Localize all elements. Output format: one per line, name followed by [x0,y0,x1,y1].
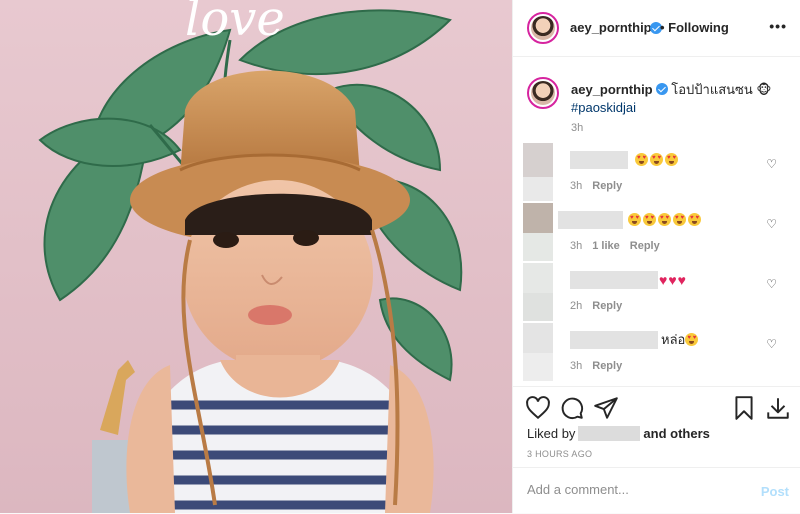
hashtag-link[interactable]: #paoskidjai [571,100,636,115]
verified-badge-icon [655,83,668,95]
comment-meta: 3h Reply [570,180,632,192]
caption-time: 3h [571,122,584,134]
reply-button[interactable]: Reply [630,240,660,252]
comment-row: ♥♥♥ 2h Reply ♡ [513,263,800,321]
heart-eyes-emoji-icon [650,153,663,166]
heart-eyes-emoji-icon [658,213,671,226]
more-horizontal-icon[interactable]: ••• [769,18,787,34]
comment-icon[interactable] [559,395,585,421]
heart-eyes-emoji-icon [665,153,678,166]
heart-eyes-emoji-icon [688,213,701,226]
avatar-mask [523,293,553,321]
heart-eyes-emoji-icon [643,213,656,226]
liked-by-username-mask[interactable] [578,426,641,441]
sign-text: love [185,0,285,47]
reply-button[interactable]: Reply [592,180,622,192]
caption-username[interactable]: aey_pornthip [571,82,653,97]
post-header: aey_pornthip • Following ••• [513,0,800,57]
instagram-post: love aey_pornthip • Following ••• aey_po… [0,0,800,513]
add-comment-input[interactable]: Add a comment... [527,482,737,497]
post-side-panel: aey_pornthip • Following ••• aey_pornthi… [512,0,800,513]
avatar-mask [523,177,553,201]
header-username[interactable]: aey_pornthip [570,20,652,35]
comment-text: ♥♥♥ [659,271,687,290]
comment-row: 3h Reply ♡ [513,143,800,201]
post-photo[interactable]: love [0,0,512,513]
post-time-ago[interactable]: 3 HOURS AGO [527,449,592,459]
avatar[interactable] [523,263,553,293]
post-comment-button[interactable]: Post [761,484,789,499]
add-comment-bar: Add a comment... Post [513,467,800,514]
heart-eyes-emoji-icon [635,153,648,166]
comment-text: หล่อ [661,331,700,349]
avatar-mask [523,353,553,381]
comment-text [628,211,703,229]
reply-button[interactable]: Reply [592,300,622,312]
comment-username-mask[interactable] [570,151,628,169]
comment-username-mask[interactable] [558,211,623,229]
liked-by-suffix[interactable]: and others [643,426,709,441]
comment-meta: 3h 1 like Reply [570,240,670,252]
caption-text: aey_pornthip โอปป้าแสนซน 🐵 #paoskidjai [571,81,786,117]
comment-row: 3h 1 like Reply ♡ [513,203,800,261]
caption-body: โอปป้าแสนซน 🐵 [671,82,772,97]
comment-time: 3h [570,240,583,252]
comment-time: 3h [570,180,583,192]
share-icon[interactable] [593,395,619,421]
like-comment-heart-icon[interactable]: ♡ [766,277,777,291]
post-actions: Liked by and others 3 HOURS AGO [513,386,800,467]
red-heart-emoji-icon: ♥ [659,272,668,288]
comment-text [635,151,680,169]
comment-time: 3h [570,360,583,372]
avatar[interactable] [523,203,553,233]
photo-illustration: love [0,0,512,513]
reply-button[interactable]: Reply [592,360,622,372]
comment-username-mask[interactable] [570,271,658,289]
comment-time: 2h [570,300,583,312]
heart-icon[interactable] [525,395,551,421]
comment-username-mask[interactable] [570,331,658,349]
liked-by-prefix: Liked by [527,426,576,441]
like-comment-heart-icon[interactable]: ♡ [766,157,777,171]
comment-row: หล่อ 3h Reply ♡ [513,323,800,381]
heart-eyes-emoji-icon [628,213,641,226]
like-comment-heart-icon[interactable]: ♡ [766,217,777,231]
avatar[interactable] [523,143,553,177]
comment-meta: 2h Reply [570,300,632,312]
bookmark-icon[interactable] [731,395,757,421]
avatar[interactable] [523,323,553,353]
following-button[interactable]: • Following [660,20,729,35]
avatar[interactable] [527,12,559,44]
red-heart-emoji-icon: ♥ [677,272,686,288]
comment-body: หล่อ [661,332,686,347]
avatar-mask [523,233,553,261]
comment-meta: 3h Reply [570,360,632,372]
comment-likes-count[interactable]: 1 like [592,240,620,252]
comments-list: aey_pornthip โอปป้าแสนซน 🐵 #paoskidjai 3… [513,57,800,385]
like-comment-heart-icon[interactable]: ♡ [766,337,777,351]
red-heart-emoji-icon: ♥ [668,272,677,288]
avatar[interactable] [527,77,559,109]
download-icon[interactable] [765,395,791,421]
liked-by[interactable]: Liked by and others [527,426,710,441]
heart-eyes-emoji-icon [673,213,686,226]
heart-eyes-emoji-icon [685,333,699,346]
